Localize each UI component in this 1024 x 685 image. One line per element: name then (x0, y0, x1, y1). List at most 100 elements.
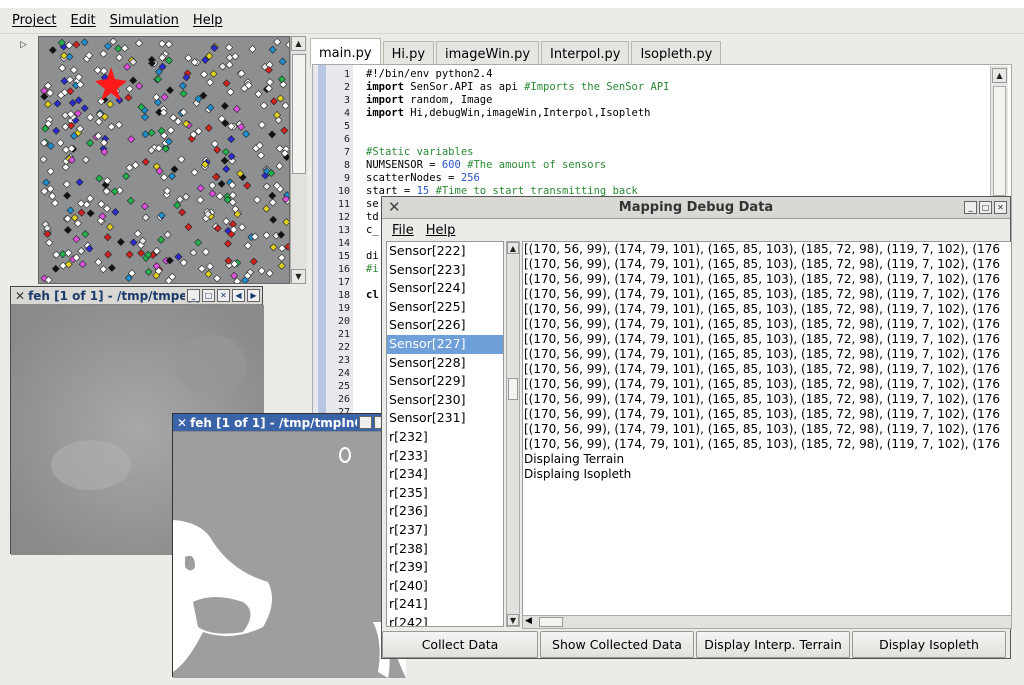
sensor-list-item[interactable]: Sensor[230] (387, 391, 503, 410)
line-number: 1 (343, 69, 350, 80)
data-row: [(170, 56, 99), (174, 79, 101), (165, 85… (524, 302, 1001, 316)
tree-expand-icon[interactable]: ▷ (20, 40, 27, 50)
sensor-list-item[interactable]: Sensor[227] (387, 334, 503, 354)
maximize-icon[interactable]: □ (202, 289, 215, 302)
tab-main-py[interactable]: main.py (310, 38, 381, 67)
sensor-list-item[interactable]: r[236] (387, 502, 503, 521)
feh-app-icon: ✕ (15, 288, 26, 303)
sensor-scatter-canvas (39, 37, 289, 283)
debug-menubar: File Help (382, 219, 1010, 241)
maximize-icon[interactable]: □ (979, 201, 992, 214)
line-number: 23 (337, 355, 350, 366)
scroll-right-icon[interactable]: ▶ (247, 289, 260, 302)
sensor-list-item[interactable]: r[234] (387, 465, 503, 484)
data-row: [(170, 56, 99), (174, 79, 101), (165, 85… (524, 332, 1001, 346)
scatter-background (39, 37, 289, 283)
code-line[interactable]: c_ (366, 224, 379, 237)
scatter-vertical-scrollbar[interactable]: ▲ ▼ (290, 36, 307, 284)
scroll-left-icon[interactable]: ◀ (232, 289, 245, 302)
line-number: 17 (337, 277, 350, 288)
feh-window-titlebar[interactable]: ✕ feh [1 of 1] - /tmp/tmpInCM _ □ ✕ (173, 414, 404, 432)
sensor-list-item[interactable]: r[238] (387, 540, 503, 559)
menu-help[interactable]: Help (426, 223, 456, 238)
data-row: [(170, 56, 99), (174, 79, 101), (165, 85… (524, 287, 1001, 301)
scroll-up-icon[interactable]: ▲ (291, 36, 306, 51)
code-line[interactable]: import SenSor.API as api #Imports the Se… (366, 81, 669, 94)
code-line[interactable]: scatterNodes = 256 (366, 172, 480, 185)
sensor-scatter-view[interactable] (38, 36, 290, 284)
minimize-icon[interactable]: _ (964, 201, 977, 214)
code-line[interactable]: #Static variables (366, 146, 473, 159)
minimize-icon[interactable]: _ (187, 289, 200, 302)
sensor-list-item[interactable]: r[233] (387, 447, 503, 466)
scroll-thumb[interactable] (508, 378, 518, 400)
line-number: 12 (337, 212, 350, 223)
sensor-list-item[interactable]: r[242] (387, 614, 503, 626)
code-line[interactable]: import Hi,debugWin,imageWin,Interpol,Iso… (366, 107, 650, 120)
sensor-list[interactable]: Sensor[222] Sensor[223] Sensor[224] Sensor[… (386, 241, 504, 627)
feh-app-icon: ✕ (177, 415, 188, 430)
menu-file[interactable]: File (392, 223, 414, 238)
menu-help[interactable]: Help (193, 13, 223, 28)
code-line[interactable]: cl (366, 289, 379, 302)
line-number: 8 (343, 160, 350, 171)
sensor-list-item[interactable]: Sensor[224] (387, 279, 503, 298)
debug-button-bar: Collect Data Show Collected Data Display… (382, 629, 1010, 659)
feh-window-title: feh [1 of 1] - /tmp/tmpInCM (190, 415, 376, 430)
menu-edit[interactable]: Edit (70, 13, 95, 28)
sensor-list-item[interactable]: r[235] (387, 484, 503, 503)
code-line[interactable]: #i (366, 263, 379, 276)
close-icon[interactable]: ✕ (994, 201, 1007, 214)
code-line[interactable]: NUMSENSOR = 600 #The amount of sensors (366, 159, 606, 172)
scroll-up-icon[interactable]: ▲ (507, 242, 519, 254)
feh-isopleth-window[interactable]: ✕ feh [1 of 1] - /tmp/tmpInCM _ □ ✕ (172, 413, 406, 678)
sensor-data-pane[interactable]: [(170, 56, 99), (174, 79, 101), (165, 85… (522, 241, 1012, 617)
scroll-left-icon[interactable]: ◀ (525, 616, 532, 626)
menu-project[interactable]: Project (12, 13, 56, 28)
data-row: [(170, 56, 99), (174, 79, 101), (165, 85… (524, 392, 1001, 406)
code-text: SenSor.API as api (410, 81, 525, 93)
sensor-list-item[interactable]: Sensor[223] (387, 261, 503, 280)
scroll-down-icon[interactable]: ▼ (507, 614, 519, 626)
sensor-list-item[interactable]: r[237] (387, 521, 503, 540)
scroll-thumb[interactable] (539, 617, 563, 627)
sensor-list-item[interactable]: Sensor[225] (387, 298, 503, 317)
sensor-list-item[interactable]: r[240] (387, 577, 503, 596)
data-horizontal-scrollbar[interactable]: ◀ (522, 615, 1012, 629)
scroll-thumb[interactable] (292, 54, 306, 174)
display-isopleth-button[interactable]: Display Isopleth (852, 631, 1006, 658)
sensor-list-item[interactable]: Sensor[222] (387, 242, 503, 261)
minimize-icon[interactable]: _ (359, 416, 372, 429)
display-interp-terrain-button[interactable]: Display Interp. Terrain (696, 631, 850, 658)
sensor-list-item[interactable]: r[239] (387, 558, 503, 577)
data-row: [(170, 56, 99), (174, 79, 101), (165, 85… (524, 272, 1001, 286)
collect-data-button[interactable]: Collect Data (382, 631, 538, 658)
code-line[interactable]: #!/bin/env python2.4 (366, 68, 492, 81)
scroll-down-icon[interactable]: ▼ (291, 269, 306, 284)
close-icon[interactable]: ✕ (217, 289, 230, 302)
line-number: 9 (343, 173, 350, 184)
sensor-list-item[interactable]: Sensor[231] (387, 409, 503, 428)
code-line[interactable]: import random, Image (366, 94, 492, 107)
sensor-list-item[interactable]: Sensor[229] (387, 372, 503, 391)
show-collected-data-button[interactable]: Show Collected Data (540, 631, 694, 658)
sensor-list-item[interactable]: r[232] (387, 428, 503, 447)
code-line[interactable]: td (366, 211, 379, 224)
code-line[interactable]: di (366, 250, 379, 263)
data-row: [(170, 56, 99), (174, 79, 101), (165, 85… (524, 242, 1001, 256)
sensor-list-item[interactable]: Sensor[228] (387, 354, 503, 373)
line-number: 16 (337, 264, 350, 275)
editor-vertical-scrollbar[interactable]: ▲ (990, 66, 1008, 202)
sensor-list-item[interactable]: Sensor[226] (387, 316, 503, 335)
line-number: 5 (343, 121, 350, 132)
code-line[interactable]: se (366, 198, 379, 211)
sensor-list-item[interactable]: r[241] (387, 595, 503, 614)
sensor-list-scrollbar[interactable]: ▲ ▼ (506, 241, 520, 627)
debug-window[interactable]: ✕ Mapping Debug Data _ □ ✕ File Help Sen… (381, 196, 1012, 659)
scroll-thumb[interactable] (993, 86, 1006, 196)
debug-window-titlebar[interactable]: ✕ Mapping Debug Data _ □ ✕ (382, 197, 1010, 219)
scroll-up-icon[interactable]: ▲ (992, 68, 1007, 83)
menu-simulation[interactable]: Simulation (110, 13, 179, 28)
feh-window-titlebar[interactable]: ✕ feh [1 of 1] - /tmp/tmpeyy! _ □ ✕ ◀ ▶ (11, 287, 262, 305)
line-number: 7 (343, 147, 350, 158)
